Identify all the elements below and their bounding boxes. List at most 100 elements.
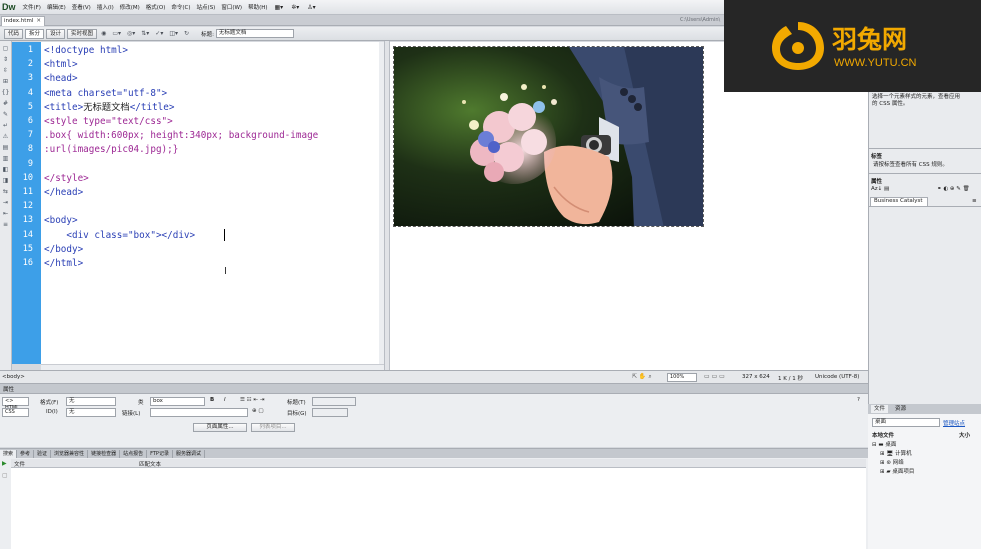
col-file[interactable]: 文件 (14, 460, 25, 468)
tag-section-title[interactable]: 标签 (871, 152, 882, 160)
bold-icon[interactable]: B (210, 397, 214, 403)
code-line[interactable]: <html> (44, 59, 78, 71)
italic-icon[interactable]: I (224, 397, 226, 403)
tab-assets[interactable]: 资源 (892, 405, 909, 413)
live-view-button[interactable]: 实时视图 (67, 28, 98, 39)
tab-business-catalyst[interactable]: Business Catalyst (870, 197, 928, 206)
list-item-button[interactable]: 列表项目... (251, 423, 295, 432)
box-background-image[interactable] (393, 46, 704, 227)
size-header[interactable]: 大小 (959, 431, 970, 439)
tree-item-network[interactable]: ⊞ ⊛ 网络 (880, 458, 904, 466)
zoom-select[interactable]: 100% (667, 373, 697, 382)
code-line[interactable]: <head> (44, 73, 78, 85)
help-icon[interactable]: ? (857, 397, 860, 403)
window-size[interactable]: 327 x 624 (742, 374, 770, 380)
col-matched-text[interactable]: 匹配文本 (139, 460, 161, 468)
code-line[interactable]: <body> (44, 215, 78, 227)
uncomment-icon[interactable]: ▥ (3, 155, 9, 162)
line-number[interactable]: 8 (12, 144, 33, 154)
line-number[interactable]: 11 (12, 187, 33, 197)
title-prop-input[interactable] (312, 397, 356, 406)
local-files-header[interactable]: 本地文件 (872, 431, 894, 439)
menu-site[interactable]: 站点(S) (194, 3, 219, 11)
move-css-icon[interactable]: ⇆ (3, 188, 8, 195)
tag-selector[interactable]: <body> (2, 374, 25, 380)
css-rule-icons[interactable]: ⚭ ◐ ⊕ ✎ 🗑 (937, 186, 970, 192)
file-management-icon[interactable]: ⇅▾ (139, 30, 151, 37)
preview-icon[interactable]: ◎▾ (125, 30, 137, 37)
close-icon[interactable]: ✕ (36, 18, 41, 24)
tab-ftp-log[interactable]: FTP记录 (147, 449, 173, 458)
wrap-tag-icon[interactable]: ◧ (3, 166, 9, 173)
site-select[interactable]: 桌面 (872, 418, 940, 427)
menu-insert[interactable]: 插入(I) (94, 3, 117, 11)
run-icon[interactable]: ▶ (2, 460, 7, 467)
format-select[interactable]: 无 (66, 397, 116, 406)
code-line[interactable]: <!doctype html> (44, 45, 128, 57)
tab-link-checker[interactable]: 链接检查器 (88, 449, 121, 458)
line-number[interactable]: 1 (12, 45, 33, 55)
line-number[interactable]: 14 (12, 230, 33, 240)
line-number[interactable]: 13 (12, 215, 33, 225)
line-number[interactable]: 6 (12, 116, 33, 126)
code-editor[interactable]: <!doctype html> <html> <head> <meta charset… (41, 42, 384, 364)
tree-item-computer[interactable]: ⊞ 🖥 计算机 (880, 449, 912, 457)
id-select[interactable]: 无 (66, 408, 116, 417)
line-numbers-icon[interactable]: # (3, 100, 8, 107)
page-properties-button[interactable]: 页面属性... (193, 423, 247, 432)
split-view-button[interactable]: 拆分 (25, 28, 45, 39)
code-line[interactable]: :url(images/pic04.jpg);} (44, 144, 178, 156)
line-number[interactable]: 4 (12, 88, 33, 98)
tab-reference[interactable]: 参考 (17, 449, 35, 458)
panel-menu-icon[interactable]: ≡ (972, 198, 977, 204)
design-view-button[interactable]: 设计 (46, 28, 66, 39)
menu-format[interactable]: 格式(O) (143, 3, 169, 11)
balance-braces-icon[interactable]: {} (2, 89, 10, 96)
line-number[interactable]: 12 (12, 201, 33, 211)
menu-window[interactable]: 窗口(W) (218, 3, 245, 11)
tab-search[interactable]: 搜索 (0, 449, 18, 458)
window-size-icons[interactable]: ▭ ▭ ▭ (704, 373, 725, 380)
properties-panel-header[interactable]: 属性 (0, 384, 868, 394)
css-mode-button[interactable]: CSS (2, 408, 29, 417)
code-line[interactable]: </html> (44, 258, 83, 270)
code-line[interactable]: <style type="text/css"> (44, 116, 173, 128)
menu-help[interactable]: 帮助(H) (245, 3, 270, 11)
stop-icon[interactable]: ▢ (2, 472, 8, 479)
line-number[interactable]: 7 (12, 130, 33, 140)
user-icon[interactable]: ♙▾ (303, 4, 319, 11)
line-number[interactable]: 9 (12, 159, 33, 169)
select-tool-icon[interactable]: ⇱ ✋ ⌕ (632, 373, 652, 381)
tab-server-debug[interactable]: 服务器调试 (173, 449, 205, 458)
code-view-button[interactable]: 代码 (4, 28, 24, 39)
css-view-icons[interactable]: Az↓ ▤ (871, 186, 889, 192)
refresh-icon[interactable]: ↻ (182, 30, 191, 37)
menu-modify[interactable]: 修改(M) (117, 3, 143, 11)
recent-snippets-icon[interactable]: ◨ (3, 177, 9, 184)
visual-aids-icon[interactable]: ◫▾ (167, 30, 180, 37)
link-input[interactable] (150, 408, 248, 417)
tab-index-html[interactable]: index.html ✕ (1, 16, 45, 26)
list-icons[interactable]: ☰ ☷ ⇤ ⇥ (240, 397, 264, 403)
title-input[interactable]: 无标题文档 (215, 29, 294, 38)
tree-item-desktop[interactable]: ⊟ ▬ 桌面 (872, 440, 896, 448)
indent-icon[interactable]: ⇥ (3, 199, 8, 206)
line-number[interactable]: 16 (12, 258, 33, 268)
code-line[interactable]: </body> (44, 244, 83, 256)
format-source-icon[interactable]: ≡ (3, 221, 8, 228)
line-number[interactable]: 2 (12, 59, 33, 69)
line-number[interactable]: 3 (12, 73, 33, 83)
tab-site-reports[interactable]: 站点报告 (120, 449, 148, 458)
multiscreen-icon[interactable]: ▭▾ (110, 30, 123, 37)
code-line[interactable]: .box{ width:600px; height:340px; backgro… (44, 130, 318, 142)
manage-sites-link[interactable]: 管理站点 (943, 419, 965, 427)
outdent-icon[interactable]: ⇤ (3, 210, 8, 217)
tab-files[interactable]: 文件 (871, 405, 889, 413)
code-line[interactable]: <div class="box"></div> (44, 230, 195, 242)
line-number[interactable]: 15 (12, 244, 33, 254)
comment-icon[interactable]: ▤ (3, 144, 9, 151)
gear-icon[interactable]: ✲▾ (287, 4, 303, 11)
select-parent-icon[interactable]: ⊞ (3, 78, 8, 85)
menu-file[interactable]: 文件(F) (20, 3, 44, 11)
menu-commands[interactable]: 命令(C) (168, 3, 193, 11)
